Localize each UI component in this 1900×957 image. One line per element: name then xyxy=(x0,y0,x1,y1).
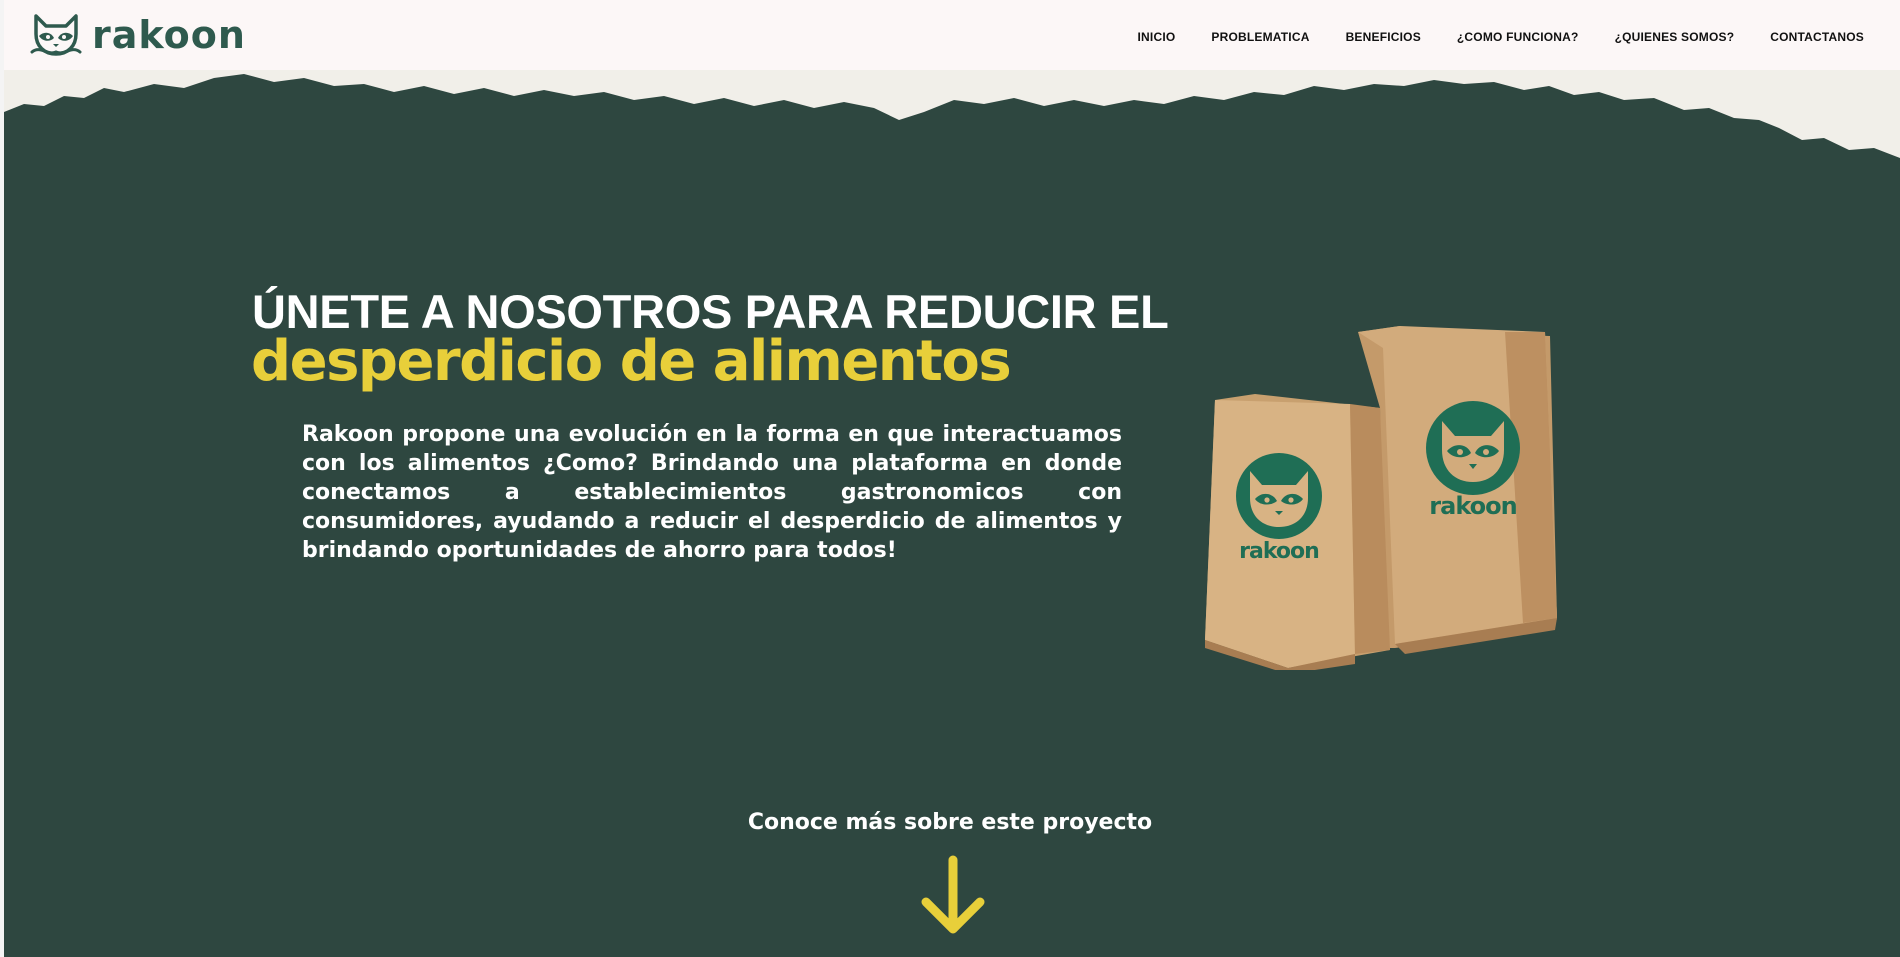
bag-label: rakoon xyxy=(1239,539,1319,564)
learn-more-link[interactable]: Conoce más sobre este proyecto xyxy=(0,810,1900,835)
nav-item-beneficios[interactable]: BENEFICIOS xyxy=(1346,30,1421,44)
raccoon-icon xyxy=(30,14,82,56)
nav-item-quienes-somos[interactable]: ¿QUIENES SOMOS? xyxy=(1615,30,1735,44)
hero-description: Rakoon propone una evolución en la forma… xyxy=(302,422,1122,563)
nav-item-problematica[interactable]: PROBLEMATICA xyxy=(1211,30,1309,44)
top-navigation: rakoon INICIO PROBLEMATICA BENEFICIOS ¿C… xyxy=(4,0,1900,76)
paper-bag-small: rakoon xyxy=(1205,394,1390,670)
arrow-down-icon[interactable] xyxy=(918,854,988,936)
brand-logo[interactable]: rakoon xyxy=(30,12,246,58)
hero-headline-highlight: desperdicio de alimentos xyxy=(251,329,1012,394)
nav-item-contactanos[interactable]: CONTACTANOS xyxy=(1770,30,1864,44)
nav-item-como-funciona[interactable]: ¿COMO FUNCIONA? xyxy=(1457,30,1579,44)
paper-bags-image: rakoon rakoon xyxy=(1205,326,1557,670)
window-left-edge xyxy=(0,0,4,957)
nav-item-inicio[interactable]: INICIO xyxy=(1138,30,1176,44)
main-menu: INICIO PROBLEMATICA BENEFICIOS ¿COMO FUN… xyxy=(1138,30,1864,44)
brand-name: rakoon xyxy=(92,13,246,57)
bag-label: rakoon xyxy=(1429,492,1516,520)
